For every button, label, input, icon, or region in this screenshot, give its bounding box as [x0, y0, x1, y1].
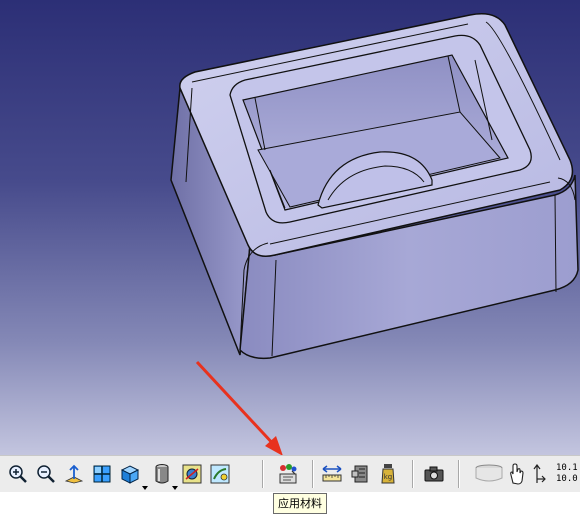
- measure-between-button[interactable]: [320, 462, 344, 486]
- measure-between-icon: [321, 463, 343, 485]
- axis-button[interactable]: [528, 462, 548, 486]
- zoom-in-button[interactable]: [6, 462, 30, 486]
- multi-view-button[interactable]: [90, 462, 114, 486]
- hide-show-icon: [182, 464, 202, 484]
- zoom-in-icon: [8, 464, 28, 484]
- coord-top-text: 10.1: [556, 463, 578, 473]
- swap-visible-icon: [210, 464, 230, 484]
- measure-item-icon: [349, 463, 371, 485]
- zoom-out-button[interactable]: [34, 462, 58, 486]
- svg-text:kg: kg: [384, 473, 393, 481]
- hide-show-button[interactable]: [180, 462, 204, 486]
- zoom-out-icon: [36, 464, 56, 484]
- swap-visible-button[interactable]: [208, 462, 232, 486]
- iso-view-dropdown-icon[interactable]: [142, 486, 148, 490]
- toolbar-separator: [312, 460, 314, 488]
- hand-icon: [507, 463, 525, 485]
- apply-material-tooltip: 应用材料: [273, 493, 327, 514]
- part-model[interactable]: [0, 0, 580, 455]
- normal-view-icon: [64, 464, 84, 484]
- coord-bottom-text: 10.0: [556, 474, 578, 484]
- shading-icon: [152, 463, 172, 485]
- toolbar-separator: [412, 460, 414, 488]
- measure-item-button[interactable]: [348, 462, 372, 486]
- measure-inertia-button[interactable]: kg: [376, 462, 400, 486]
- apply-material-icon: [277, 463, 299, 485]
- measure-inertia-icon: kg: [378, 463, 398, 485]
- toolbar-separator: [458, 460, 460, 488]
- multi-view-icon: [92, 464, 112, 484]
- camera-icon: [423, 464, 445, 484]
- iso-view-icon: [119, 463, 141, 485]
- shading-dropdown-icon[interactable]: [172, 486, 178, 490]
- view-toolbar: kg 10.1 10.0: [0, 455, 580, 493]
- normal-view-button[interactable]: [62, 462, 86, 486]
- shading-button[interactable]: [150, 462, 174, 486]
- axis-icon: [529, 463, 547, 485]
- 3d-viewport[interactable]: [0, 0, 580, 455]
- compass-icon: [474, 464, 504, 484]
- hand-button[interactable]: [504, 462, 528, 486]
- iso-view-button[interactable]: [118, 462, 142, 486]
- compass-button[interactable]: [474, 462, 504, 486]
- capture-button[interactable]: [422, 462, 446, 486]
- apply-material-button[interactable]: [276, 462, 300, 486]
- toolbar-separator: [262, 460, 264, 488]
